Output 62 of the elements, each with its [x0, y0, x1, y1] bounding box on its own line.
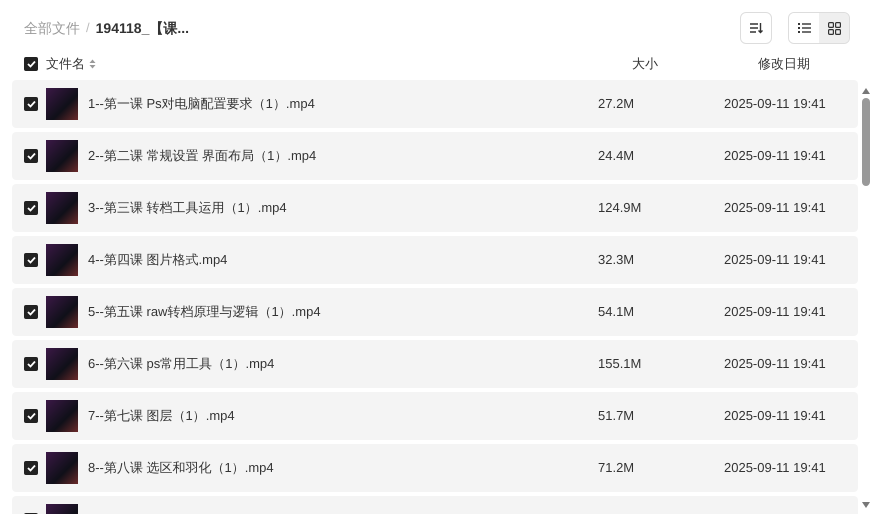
- video-thumbnail: [46, 88, 78, 120]
- file-name: 1--第一课 Ps对电脑配置要求（1）.mp4: [88, 95, 316, 114]
- video-thumbnail: [46, 400, 78, 432]
- modified-date: 2025-09-11 19:41: [724, 147, 826, 166]
- video-thumbnail: [46, 140, 78, 172]
- file-name: 8--第八课 选区和羽化（1）.mp4: [88, 459, 275, 478]
- file-row[interactable]: 8--第八课 选区和羽化（1）.mp4 71.2M 2025-09-11 19:41: [12, 444, 858, 492]
- video-thumbnail: [46, 452, 78, 484]
- checkbox[interactable]: [24, 149, 38, 163]
- modified-date: 2025-09-11 19:41: [724, 407, 826, 426]
- video-thumbnail: [46, 244, 78, 276]
- video-thumbnail: [46, 348, 78, 380]
- file-row[interactable]: 3--第三课 转档工具运用（1）.mp4 124.9M 2025-09-11 19:41: [12, 184, 858, 232]
- file-name: 4--第四课 图片格式.mp4: [88, 251, 228, 270]
- file-name: 2--第二课 常规设置 界面布局（1）.mp4: [88, 147, 318, 166]
- breadcrumb-separator: /: [86, 19, 90, 38]
- list-view-button[interactable]: [789, 13, 819, 43]
- file-row[interactable]: 2--第二课 常规设置 界面布局（1）.mp4 24.4M 2025-09-11 19:41: [12, 132, 858, 180]
- file-name: 6--第六课 ps常用工具（1）.mp4: [88, 355, 276, 374]
- checkbox[interactable]: [24, 57, 38, 71]
- checkbox[interactable]: [24, 409, 38, 423]
- sort-icon: [749, 22, 763, 34]
- file-name: 3--第三课 转档工具运用（1）.mp4: [88, 199, 288, 218]
- checkbox[interactable]: [24, 357, 38, 371]
- scroll-down-icon[interactable]: [862, 502, 870, 508]
- grid-icon: [828, 22, 840, 34]
- sort-arrows-icon[interactable]: [89, 59, 96, 69]
- video-thumbnail: [46, 296, 78, 328]
- modified-date: 2025-09-11 19:41: [724, 355, 826, 374]
- file-size: 124.9M: [598, 199, 642, 218]
- column-header: 大小: [632, 55, 659, 74]
- file-name: 7--第七课 图层（1）.mp4: [88, 407, 236, 426]
- file-row[interactable]: 7--第七课 图层（1）.mp4 51.7M 2025-09-11 19:41: [12, 392, 858, 440]
- file-row[interactable]: 4--第四课 图片格式.mp4 32.3M 2025-09-11 19:41: [12, 236, 858, 284]
- file-row[interactable]: 5--第五课 raw转档原理与逻辑（1）.mp4 54.1M 2025-09-11 19:41: [12, 288, 858, 336]
- checkbox[interactable]: [24, 97, 38, 111]
- file-size: 24.4M: [598, 147, 636, 166]
- list-icon: [798, 23, 810, 33]
- checkbox[interactable]: [24, 201, 38, 215]
- file-size: 27.2M: [598, 95, 636, 114]
- scrollbar-thumb[interactable]: [862, 98, 870, 186]
- checkbox[interactable]: [24, 253, 38, 267]
- modified-date: 2025-09-11 19:41: [724, 95, 826, 114]
- modified-date: 2025-09-11 19:41: [724, 251, 826, 270]
- video-thumbnail: [46, 192, 78, 224]
- modified-date: 2025-09-11 19:41: [724, 199, 826, 218]
- file-size: 51.7M: [598, 407, 636, 426]
- file-size: 155.1M: [598, 355, 642, 374]
- file-size: 71.2M: [598, 459, 636, 478]
- column-header: 修改日期: [758, 55, 810, 74]
- file-name: 5--第五课 raw转档原理与逻辑（1）.mp4: [88, 303, 322, 322]
- file-size: 54.1M: [598, 303, 636, 322]
- modified-date: 2025-09-11 19:41: [724, 459, 826, 478]
- checkbox[interactable]: [24, 461, 38, 475]
- modified-date: 2025-09-11 19:41: [724, 303, 826, 322]
- sort-button[interactable]: [740, 12, 772, 44]
- file-row[interactable]: 6--第六课 ps常用工具（1）.mp4 155.1M 2025-09-11 19:41: [12, 340, 858, 388]
- checkbox[interactable]: [24, 305, 38, 319]
- file-size: 32.3M: [598, 251, 636, 270]
- column-header[interactable]: 文件名: [46, 54, 85, 74]
- scroll-up-icon[interactable]: [862, 88, 870, 94]
- file-row[interactable]: 1--第一课 Ps对电脑配置要求（1）.mp4 27.2M 2025-09-11 19:41: [12, 80, 858, 128]
